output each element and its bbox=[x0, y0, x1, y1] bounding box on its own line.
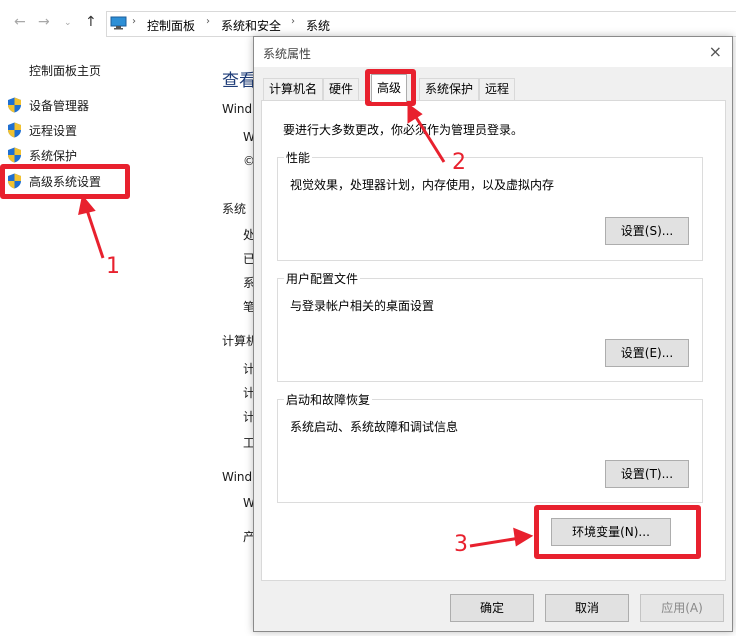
breadcrumb-control-panel[interactable]: 控制面板 bbox=[147, 17, 195, 34]
shield-icon bbox=[7, 97, 22, 113]
sidebar-item-label: 设备管理器 bbox=[29, 98, 90, 113]
shield-icon bbox=[7, 122, 22, 138]
arrow-1-head bbox=[78, 194, 96, 215]
sidebar-item-label: 系统保护 bbox=[29, 148, 78, 163]
separator-icon: › bbox=[291, 16, 295, 27]
sidebar-item-device-manager[interactable]: 设备管理器 bbox=[7, 96, 89, 114]
group-description: 与登录帐户相关的桌面设置 bbox=[290, 299, 435, 313]
page-title: 查看 bbox=[222, 71, 256, 91]
screenshot-root: ← → ⌄ ↑ › 控制面板 › 系统和安全 › 系统 控制面板主页 设备管理器… bbox=[0, 0, 736, 636]
performance-settings-button[interactable]: 设置(S)... bbox=[605, 217, 689, 245]
sidebar-item-remote-settings[interactable]: 远程设置 bbox=[7, 121, 77, 139]
tab-system-protection[interactable]: 系统保护 bbox=[419, 78, 480, 100]
tab-advanced[interactable]: 高级 bbox=[371, 74, 408, 102]
sidebar-item-system-protection[interactable]: 系统保护 bbox=[7, 146, 77, 164]
separator-icon: › bbox=[132, 16, 136, 27]
group-legend: 启动和故障恢复 bbox=[284, 391, 373, 408]
computer-icon bbox=[110, 16, 127, 30]
back-arrow-icon[interactable]: ← bbox=[14, 14, 26, 30]
dialog-titlebar[interactable]: 系统属性 × bbox=[254, 37, 732, 67]
windows-edition-heading: Wind bbox=[222, 102, 253, 116]
shield-icon bbox=[7, 147, 22, 163]
dropdown-icon[interactable]: ⌄ bbox=[64, 18, 72, 28]
group-legend: 用户配置文件 bbox=[284, 270, 361, 287]
startup-recovery-settings-button[interactable]: 设置(T)... bbox=[605, 460, 689, 488]
control-panel-home-link[interactable]: 控制面板主页 bbox=[29, 62, 101, 79]
address-input[interactable] bbox=[106, 11, 736, 37]
sidebar-item-label: 远程设置 bbox=[29, 123, 78, 138]
performance-group: 性能 视觉效果，处理器计划，内存使用，以及虚拟内存 设置(S)... bbox=[277, 149, 703, 261]
breadcrumb-system[interactable]: 系统 bbox=[306, 17, 330, 34]
tab-remote[interactable]: 远程 bbox=[479, 78, 516, 100]
apply-button[interactable]: 应用(A) bbox=[640, 594, 724, 622]
group-description: 系统启动、系统故障和调试信息 bbox=[290, 420, 459, 434]
tab-computer-name[interactable]: 计算机名 bbox=[263, 78, 324, 100]
group-description: 视觉效果，处理器计划，内存使用，以及虚拟内存 bbox=[290, 178, 555, 192]
group-legend: 性能 bbox=[284, 149, 313, 166]
admin-notice: 要进行大多数更改，你必须作为管理员登录。 bbox=[283, 123, 524, 137]
dialog-title: 系统属性 bbox=[263, 47, 312, 61]
highlight-box-env-vars bbox=[534, 505, 701, 559]
separator-icon: › bbox=[206, 16, 210, 27]
cancel-button[interactable]: 取消 bbox=[545, 594, 629, 622]
arrow-1 bbox=[84, 206, 105, 259]
startup-recovery-group: 启动和故障恢复 系统启动、系统故障和调试信息 设置(T)... bbox=[277, 391, 703, 503]
annotation-number-3: 3 bbox=[454, 532, 468, 557]
user-profiles-settings-button[interactable]: 设置(E)... bbox=[605, 339, 689, 367]
tab-hardware[interactable]: 硬件 bbox=[323, 78, 360, 100]
highlight-box-advanced-settings bbox=[0, 164, 130, 199]
windows-activation-heading: Wind bbox=[222, 470, 253, 484]
close-icon[interactable]: × bbox=[709, 42, 722, 61]
ok-button[interactable]: 确定 bbox=[450, 594, 534, 622]
up-arrow-icon[interactable]: ↑ bbox=[85, 14, 97, 30]
annotation-number-2: 2 bbox=[452, 150, 466, 175]
annotation-number-1: 1 bbox=[106, 254, 120, 279]
forward-arrow-icon[interactable]: → bbox=[38, 14, 50, 30]
user-profiles-group: 用户配置文件 与登录帐户相关的桌面设置 设置(E)... bbox=[277, 270, 703, 382]
breadcrumb-system-security[interactable]: 系统和安全 bbox=[221, 17, 281, 34]
system-heading: 系统 bbox=[222, 202, 247, 216]
